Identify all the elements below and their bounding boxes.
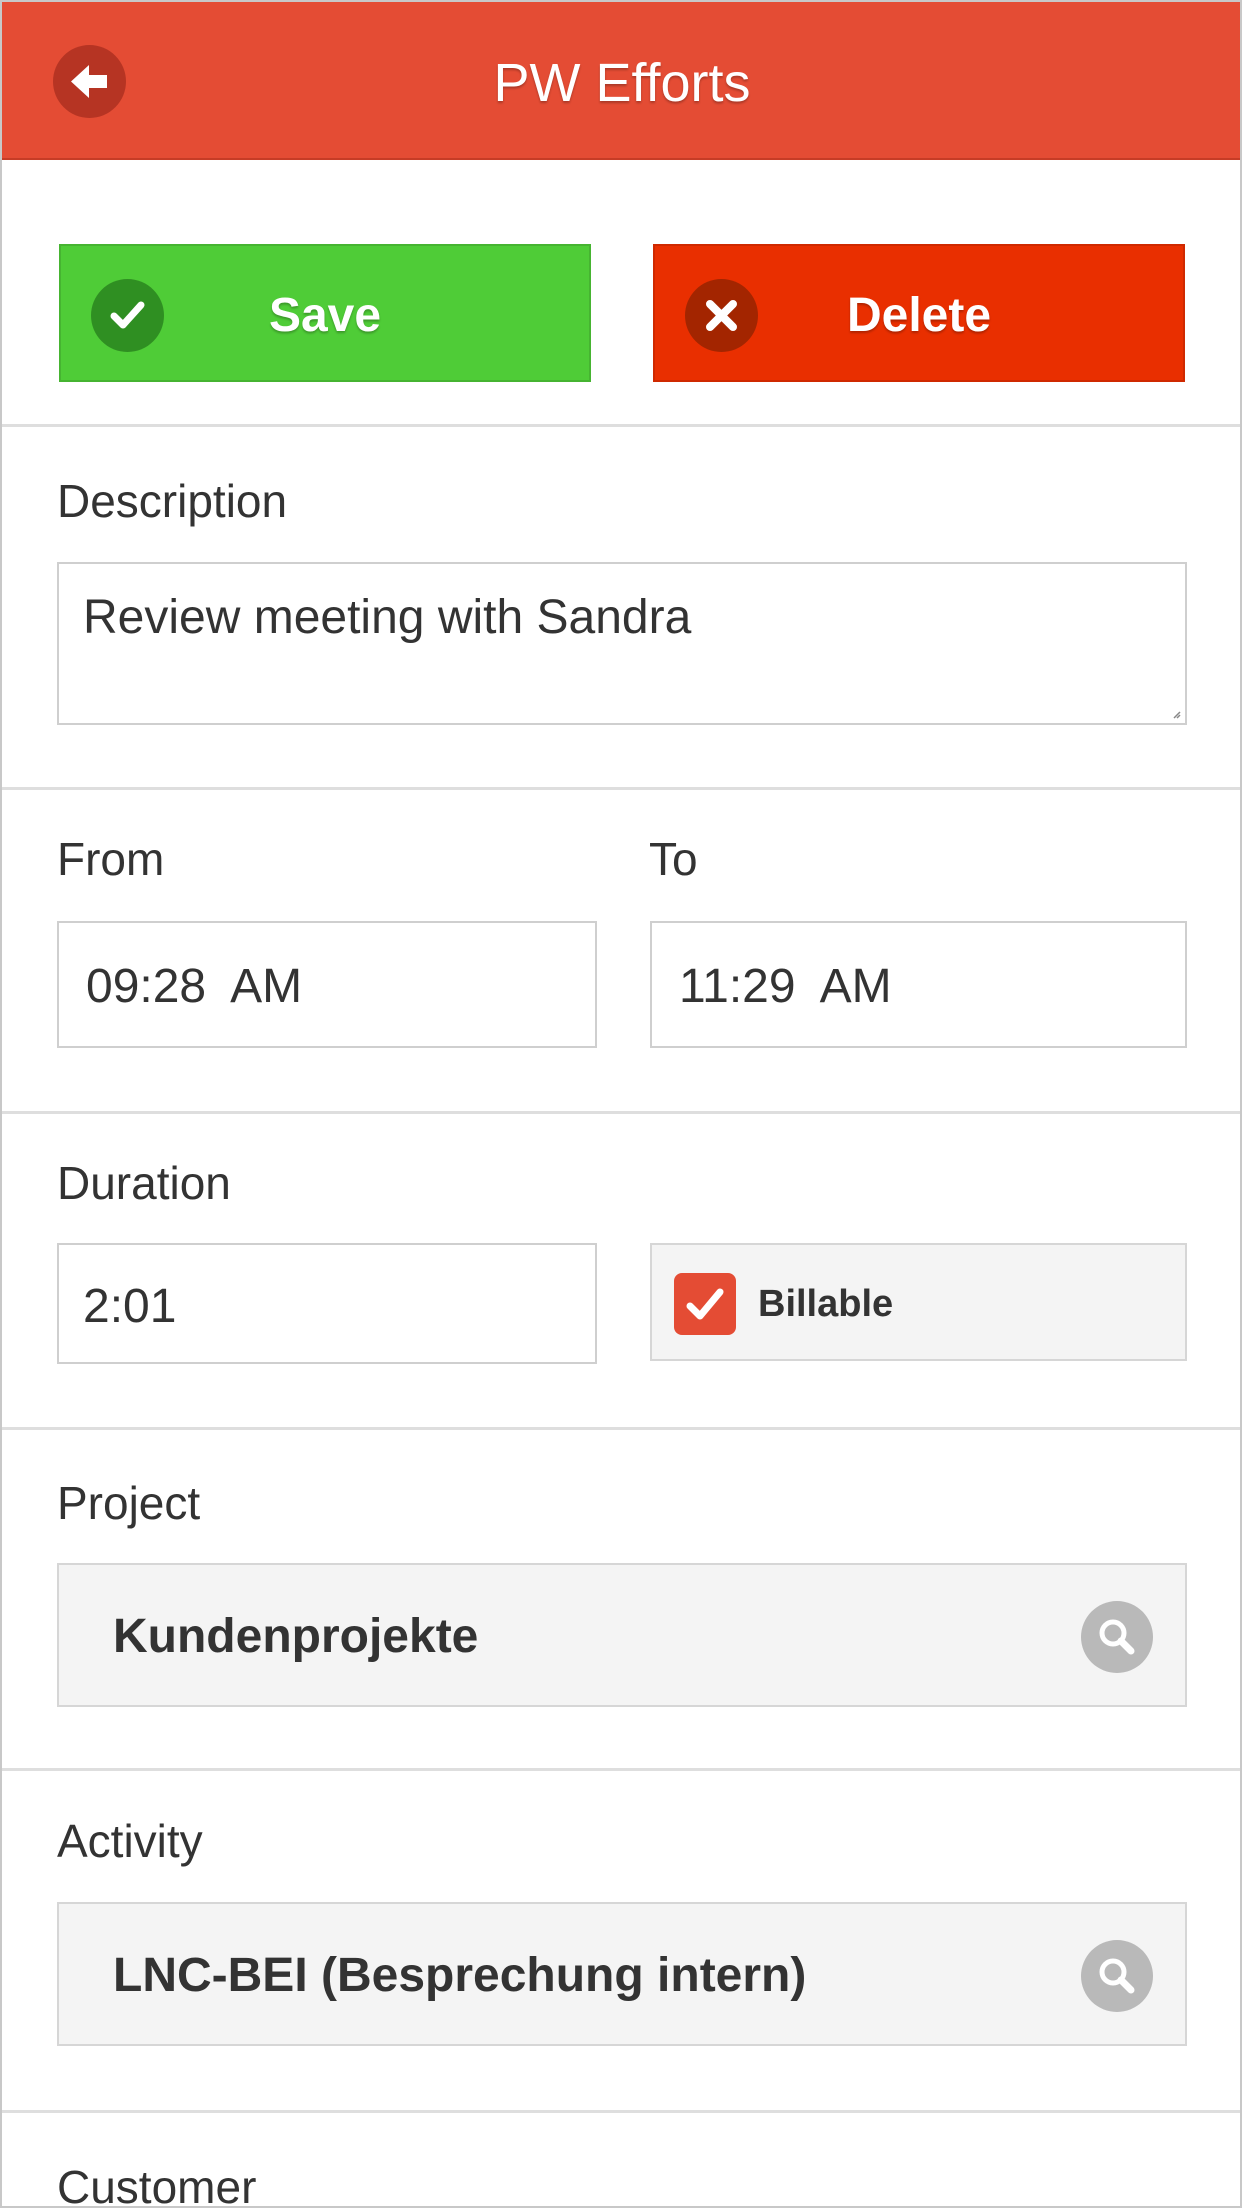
activity-label: Activity: [57, 1815, 203, 1867]
project-value: Kundenprojekte: [113, 1610, 479, 1663]
divider: [2, 424, 1240, 427]
search-icon[interactable]: [1081, 1601, 1153, 1673]
to-label: To: [649, 833, 698, 885]
from-time-field[interactable]: 09:28 AM: [57, 921, 597, 1048]
checkbox-checked-icon: [674, 1273, 736, 1335]
billable-checkbox[interactable]: Billable: [650, 1243, 1187, 1361]
app-header: PW Efforts: [2, 2, 1240, 160]
description-label: Description: [57, 475, 288, 527]
delete-label: Delete: [846, 289, 992, 342]
delete-button[interactable]: Delete: [653, 244, 1185, 382]
save-label: Save: [268, 289, 382, 342]
save-button[interactable]: Save: [59, 244, 591, 382]
divider: [2, 2110, 1240, 2113]
search-icon[interactable]: [1081, 1940, 1153, 2012]
description-value: Review meeting with Sandra: [83, 591, 692, 644]
duration-value: 2:01: [83, 1280, 177, 1333]
divider: [2, 1768, 1240, 1771]
duration-field[interactable]: 2:01: [57, 1243, 597, 1364]
to-time-field[interactable]: 11:29 AM: [650, 921, 1187, 1048]
project-label: Project: [57, 1477, 201, 1529]
billable-label: Billable: [758, 1283, 894, 1325]
activity-value: LNC-BEI (Besprechung intern): [113, 1949, 807, 2002]
customer-label: Customer: [57, 2161, 257, 2208]
to-value: 11:29 AM: [679, 960, 892, 1013]
description-textarea[interactable]: Review meeting with Sandra: [57, 562, 1187, 725]
from-value: 09:28 AM: [86, 960, 303, 1013]
page-title: PW Efforts: [493, 53, 751, 113]
divider: [2, 1427, 1240, 1430]
activity-lookup[interactable]: LNC-BEI (Besprechung intern): [57, 1902, 1187, 2046]
app-screen: PW Efforts Save Delete Description Revie…: [0, 0, 1242, 2208]
project-lookup[interactable]: Kundenprojekte: [57, 1563, 1187, 1707]
resize-handle-icon[interactable]: [1171, 709, 1181, 719]
divider: [2, 1111, 1240, 1114]
divider: [2, 787, 1240, 790]
duration-label: Duration: [57, 1157, 231, 1209]
from-label: From: [57, 833, 165, 885]
